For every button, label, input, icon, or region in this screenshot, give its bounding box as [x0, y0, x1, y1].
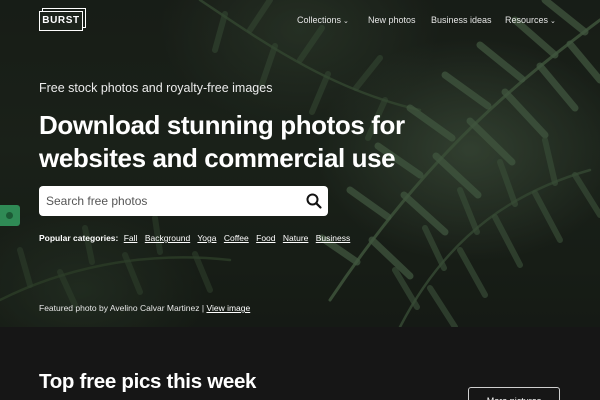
category-link-food[interactable]: Food — [256, 233, 275, 243]
more-pictures-button[interactable]: More pictures — [468, 387, 560, 400]
top-pics-section: Top free pics this week More pictures — [0, 327, 600, 400]
hero-tagline: Free stock photos and royalty-free image… — [39, 81, 273, 95]
search-bar — [39, 186, 328, 216]
category-link-nature[interactable]: Nature — [283, 233, 309, 243]
nav-new-photos[interactable]: New photos — [368, 15, 416, 25]
category-link-business[interactable]: Business — [316, 233, 351, 243]
search-icon[interactable] — [305, 192, 323, 210]
nav-business-ideas-label: Business ideas — [431, 15, 492, 25]
featured-photo-credit: Featured photo by Avelino Calvar Martine… — [39, 303, 250, 313]
feedback-side-tab[interactable] — [0, 205, 20, 226]
nav-business-ideas[interactable]: Business ideas — [431, 15, 492, 25]
view-image-link[interactable]: View image — [206, 303, 250, 313]
chevron-down-icon: ⌄ — [550, 18, 556, 25]
category-link-coffee[interactable]: Coffee — [224, 233, 249, 243]
nav-new-photos-label: New photos — [368, 15, 416, 25]
chevron-down-icon: ⌄ — [343, 18, 349, 25]
search-input[interactable] — [39, 186, 294, 216]
category-link-background[interactable]: Background — [145, 233, 190, 243]
credit-text: Featured photo by Avelino Calvar Martine… — [39, 303, 205, 313]
logo-text: BURST — [39, 11, 83, 31]
burst-logo[interactable]: BURST — [39, 8, 86, 31]
nav-collections[interactable]: Collections ⌄ — [297, 15, 349, 25]
top-navigation: BURST Collections ⌄ New photos Business i… — [0, 0, 600, 44]
category-link-yoga[interactable]: Yoga — [197, 233, 216, 243]
category-link-fall[interactable]: Fall — [124, 233, 138, 243]
popular-categories-label: Popular categories: — [39, 233, 119, 243]
hero-headline: Download stunning photos for websites an… — [39, 110, 405, 173]
nav-resources[interactable]: Resources ⌄ — [505, 15, 556, 25]
nav-collections-label: Collections — [297, 15, 342, 25]
nav-resources-label: Resources — [505, 15, 549, 25]
section-title: Top free pics this week — [39, 370, 257, 393]
popular-categories: Popular categories: Fall Background Yoga… — [39, 233, 355, 243]
side-tab-dot — [6, 212, 13, 219]
